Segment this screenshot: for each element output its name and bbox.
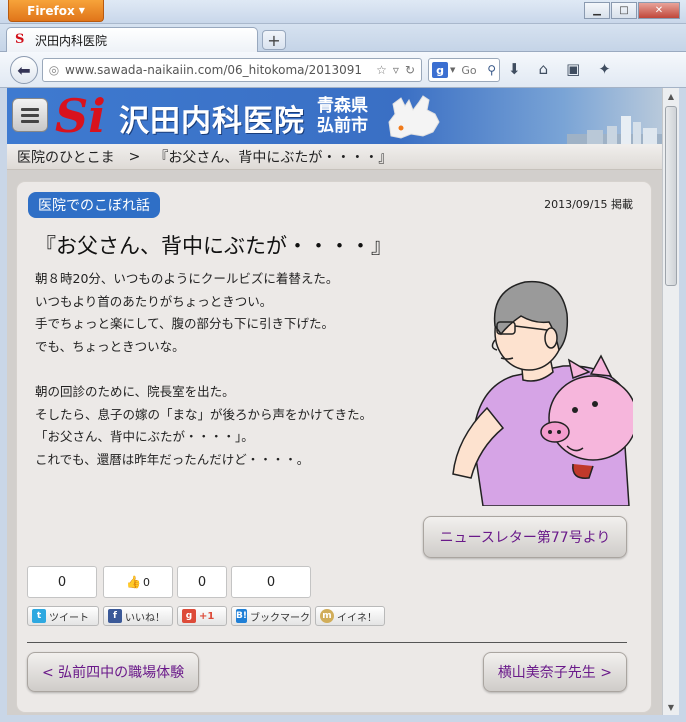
url-bar[interactable]: ◎ www.sawada-naikaiin.com/06_hitokoma/20…: [42, 58, 422, 82]
addon-icon[interactable]: ✦: [598, 60, 611, 78]
breadcrumb-current: 『お父さん、背中にぶたが・・・・』: [154, 149, 393, 166]
window-frame-right: [679, 88, 686, 722]
clinic-logo-mark[interactable]: Si: [55, 92, 115, 140]
google-plus-icon: g: [182, 609, 196, 623]
clinic-location: 青森県 弘前市: [317, 96, 368, 136]
window-titlebar: Firefox ▼ ▁ □ ✕: [0, 0, 686, 24]
page-viewport: Si 沢田内科医院 青森県 弘前市 医院のひとこま > 『お父さん、背中にぶたが…: [7, 88, 662, 715]
site-header: Si 沢田内科医院 青森県 弘前市: [7, 88, 662, 144]
hatena-icon: B!: [236, 609, 247, 623]
bookmarks-menu-icon[interactable]: ▣: [566, 60, 580, 78]
article-card: 医院でのこぼれ話 2013/09/15 掲載 『お父さん、背中にぶたが・・・・』…: [17, 182, 651, 712]
window-frame-left: [0, 88, 7, 722]
mixi-check-button[interactable]: m イイネ！: [315, 606, 385, 626]
clinic-name[interactable]: 沢田内科医院: [119, 96, 305, 140]
divider: [27, 642, 627, 643]
scroll-down-icon[interactable]: ▼: [663, 699, 679, 715]
body-line: でも、ちょっときついな。: [35, 339, 185, 355]
toolbar-icons: ⬇ ⌂ ▣ ✦: [508, 60, 611, 78]
tweet-button[interactable]: t ツイート: [27, 606, 99, 626]
location-prefecture: 青森県: [317, 96, 368, 116]
hamburger-icon: [21, 107, 39, 111]
breadcrumb-section-link[interactable]: 医院のひとこま: [17, 147, 115, 167]
menu-button[interactable]: [12, 98, 48, 132]
body-line: これでも、還暦は昨年だったんだけど・・・・。: [35, 451, 310, 467]
minimize-icon[interactable]: ▁: [584, 2, 610, 19]
download-icon[interactable]: ⬇: [508, 60, 521, 78]
firefox-menu-label: Firefox: [27, 3, 75, 18]
search-icon[interactable]: ⚲: [487, 63, 496, 77]
post-title: 『お父さん、背中にぶたが・・・・』: [35, 234, 392, 258]
globe-icon: ◎: [48, 63, 60, 77]
back-button[interactable]: ⬅: [10, 56, 38, 84]
hatena-count: 0: [231, 566, 311, 598]
url-bar-icons: ☆ ▿ ↻: [370, 63, 421, 77]
search-bar[interactable]: g ▼ Go ⚲: [428, 58, 500, 82]
next-post-button[interactable]: 横山美奈子先生 >: [482, 652, 627, 692]
google-icon[interactable]: g: [432, 62, 448, 78]
city-skyline-icon: [567, 116, 662, 144]
thumbs-up-icon: 👍: [126, 575, 141, 589]
body-line: 朝８時20分、いつものようにクールビズに着替えた。: [35, 271, 339, 286]
body-line: いつもより首のあたりがちょっときつい。: [35, 293, 273, 309]
firefox-menu-button[interactable]: Firefox ▼: [8, 0, 104, 22]
twitter-icon: t: [32, 609, 46, 623]
location-city: 弘前市: [317, 116, 368, 136]
browser-tab[interactable]: S 沢田内科医院: [6, 27, 258, 52]
breadcrumb-separator: >: [128, 148, 141, 165]
search-engine-chevron-icon[interactable]: ▼: [450, 66, 455, 74]
tab-strip: S 沢田内科医院 +: [0, 24, 686, 52]
mixi-label: イイネ！: [337, 612, 377, 624]
close-icon[interactable]: ✕: [638, 2, 680, 19]
chevron-down-icon: ▼: [78, 6, 85, 15]
maximize-icon[interactable]: □: [611, 2, 637, 19]
aomori-map-icon: [388, 95, 440, 139]
window-controls: ▁ □ ✕: [584, 2, 680, 19]
hatena-bookmark-button[interactable]: B! ブックマーク: [231, 606, 311, 626]
facebook-icon: f: [108, 609, 122, 623]
plus-icon: +: [267, 30, 281, 50]
hatena-label: ブックマーク: [249, 612, 310, 624]
like-count-value: 0: [142, 575, 150, 589]
doctor-pig-illustration: [452, 280, 633, 506]
reload-icon[interactable]: ↻: [405, 63, 415, 77]
category-badge[interactable]: 医院でのこぼれ話: [28, 192, 160, 218]
gplus-label: +1: [199, 610, 215, 622]
scrollbar-thumb[interactable]: [665, 106, 677, 286]
prev-post-button[interactable]: < 弘前四中の職場体験: [27, 652, 200, 692]
body-line: 手でちょっと楽にして、腹の部分も下に引き下げた。: [35, 316, 335, 332]
bookmark-star-icon[interactable]: ☆: [376, 63, 387, 77]
newsletter-source-button[interactable]: ニュースレター第77号より: [423, 516, 627, 558]
breadcrumb: 医院のひとこま > 『お父さん、背中にぶたが・・・・』: [7, 144, 662, 170]
tweet-count: 0: [27, 566, 97, 598]
favicon-icon: S: [15, 32, 25, 47]
body-line: そしたら、息子の嫁の「まな」が後ろから声をかけてきた。: [35, 406, 373, 422]
facebook-like-button[interactable]: f いいね！: [103, 606, 173, 626]
post-body: 朝８時20分、いつものようにクールビズに着替えた。 いつもより首のあたりがちょっ…: [35, 268, 455, 472]
body-line: 「お父さん、背中にぶたが・・・・」。: [35, 429, 254, 445]
home-icon[interactable]: ⌂: [539, 60, 549, 78]
post-date: 2013/09/15 掲載: [544, 198, 633, 211]
vertical-scrollbar[interactable]: ▲ ▼: [662, 88, 679, 715]
like-label: いいね！: [125, 612, 165, 624]
tweet-label: ツイート: [49, 612, 89, 624]
url-text[interactable]: www.sawada-naikaiin.com/06_hitokoma/2013…: [65, 63, 370, 77]
gplus-count: 0: [177, 566, 227, 598]
gplus-button[interactable]: g +1: [177, 606, 227, 626]
navigation-toolbar: ⬅ ◎ www.sawada-naikaiin.com/06_hitokoma/…: [0, 52, 686, 88]
body-line: 朝の回診のために、院長室を出た。: [35, 383, 235, 399]
like-count: 👍 0: [103, 566, 173, 598]
tab-title: 沢田内科医院: [35, 33, 108, 48]
mixi-icon: m: [320, 609, 334, 623]
arrow-left-icon: ⬅: [17, 60, 31, 80]
search-input[interactable]: Go: [461, 64, 487, 77]
window-frame-bottom: [0, 715, 686, 722]
history-dropdown-icon[interactable]: ▿: [393, 63, 399, 77]
scroll-up-icon[interactable]: ▲: [663, 88, 679, 104]
new-tab-button[interactable]: +: [262, 30, 286, 50]
